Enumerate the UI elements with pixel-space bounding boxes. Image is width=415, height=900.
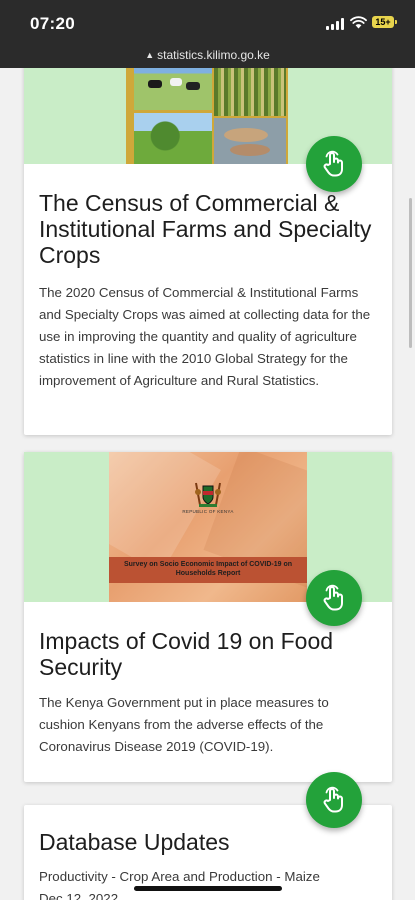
scrollbar-thumb[interactable] [409,198,412,348]
touch-icon [323,584,343,611]
republic-of-kenya-text: REPUBLIC OF KENYA [182,509,234,514]
touch-icon [323,786,343,813]
lock-icon: ▲ [145,50,155,60]
database-updates-title[interactable]: Database Updates [39,829,230,855]
touch-icon [323,150,343,177]
open-database-button[interactable] [306,772,362,828]
status-time: 07:20 [30,14,75,33]
census-collage-image [126,68,288,164]
update-item-label: Productivity - Crop Area and Production … [39,869,320,884]
covid-title[interactable]: Impacts of Covid 19 on Food Security [39,628,377,680]
report-title-text: Survey on Socio Economic Impact of COVID… [123,561,293,577]
url-text: statistics.kilimo.go.ke [157,48,270,62]
open-covid-button[interactable] [306,570,362,626]
battery-icon: 15+ [372,16,397,28]
signal-icon [326,18,346,30]
status-bar: 07:20 15+ [0,0,415,46]
census-card[interactable]: The Census of Commercial & Institutional… [24,68,392,435]
covid-description: The Kenya Government put in place measur… [39,695,329,754]
covid-card[interactable]: REPUBLIC OF KENYA Survey on Socio Econom… [24,452,392,782]
page-content: The Census of Commercial & Institutional… [0,68,415,900]
census-description: The 2020 Census of Commercial & Institut… [39,285,371,388]
open-census-button[interactable] [306,136,362,192]
covid-report-image: REPUBLIC OF KENYA Survey on Socio Econom… [109,452,307,602]
update-list-item[interactable]: Productivity - Crop Area and Production … [39,866,379,900]
kenya-coat-of-arms-icon [195,482,221,507]
census-title[interactable]: The Census of Commercial & Institutional… [39,190,377,268]
url-bar[interactable]: ▲ statistics.kilimo.go.ke [0,46,415,68]
wifi-icon [350,16,367,29]
home-indicator[interactable] [134,886,282,891]
report-title-banner: Survey on Socio Economic Impact of COVID… [109,557,307,583]
